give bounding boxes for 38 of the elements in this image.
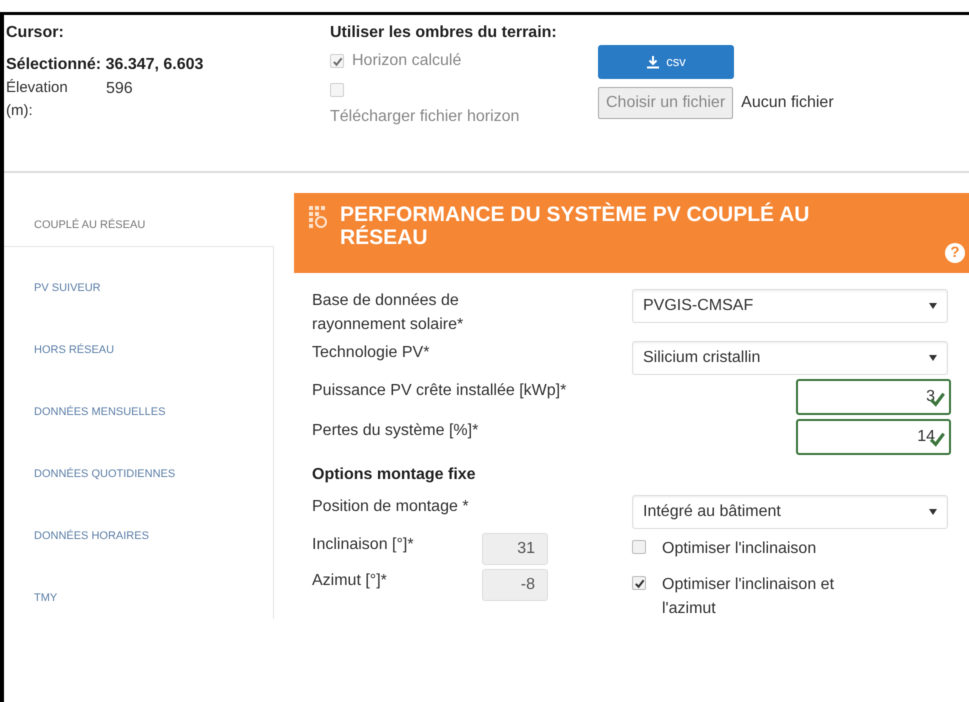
section-title: Options montage fixe [311,465,477,485]
panel-title: PERFORMANCE DU SYSTÈME PV COUPLÉ AU RÉSEAU [340,203,810,252]
csv-download-button[interactable]: csv [598,45,734,79]
choose-file-button[interactable]: Choisir un fichier [598,87,734,119]
field-label: Azimut [°]* [312,571,388,591]
sidebar-tab[interactable]: TMY [4,557,273,619]
field-label: Position de montage * [312,498,469,515]
sidebar-tab[interactable]: PV SUIVEUR [4,247,273,309]
number-field[interactable]: 14 [796,419,951,455]
caret-icon [929,509,937,515]
field-label: Pertes du système [%]* [312,421,478,441]
field-label: Puissance PV crête installée [kWp]* [312,381,566,401]
checkbox-label: Horizon calculé [352,51,462,71]
dropdown[interactable]: Intégré au bâtiment [632,495,948,529]
sidebar-tab[interactable]: HORS RÉSEAU [4,309,273,371]
caret-icon [929,355,937,361]
field-label: Technologie PV* [312,343,430,363]
sidebar-tab[interactable]: DONNÉES HORAIRES [4,495,273,557]
shadows-title: Utiliser les ombres du terrain: [330,23,558,43]
checkbox-label: Optimiser l'inclinaison [662,539,816,559]
dropdown[interactable]: PVGIS-CMSAF [632,289,948,323]
sidebar-tab[interactable]: DONNÉES QUOTIDIENNES [4,433,273,495]
file-status: Aucun fichier [741,93,834,113]
caret-icon [929,303,937,309]
help-icon[interactable]: ? [945,243,965,263]
checkbox-label: Optimiser l'inclinaison et l'azimut [662,575,836,619]
checkbox-label: Télécharger fichier horizon [330,107,520,127]
download-icon [646,55,660,69]
elevation-value: 596 [106,79,133,99]
field-label: Inclinaison [°]* [312,535,415,555]
elevation-label: Élevation (m): [6,78,69,120]
dropdown[interactable]: Silicium cristallin [632,341,948,375]
sidebar-tab[interactable]: COUPLÉ AU RÉSEAU [4,185,274,247]
calculator-icon [308,205,328,231]
selected-coordinates: Sélectionné: 36.347, 6.603 [6,55,204,75]
sidebar-tab[interactable]: DONNÉES MENSUELLES [4,371,273,433]
field-label: Base de données de rayonnement solaire* [312,291,464,335]
cursor-label: Cursor: [6,23,65,43]
